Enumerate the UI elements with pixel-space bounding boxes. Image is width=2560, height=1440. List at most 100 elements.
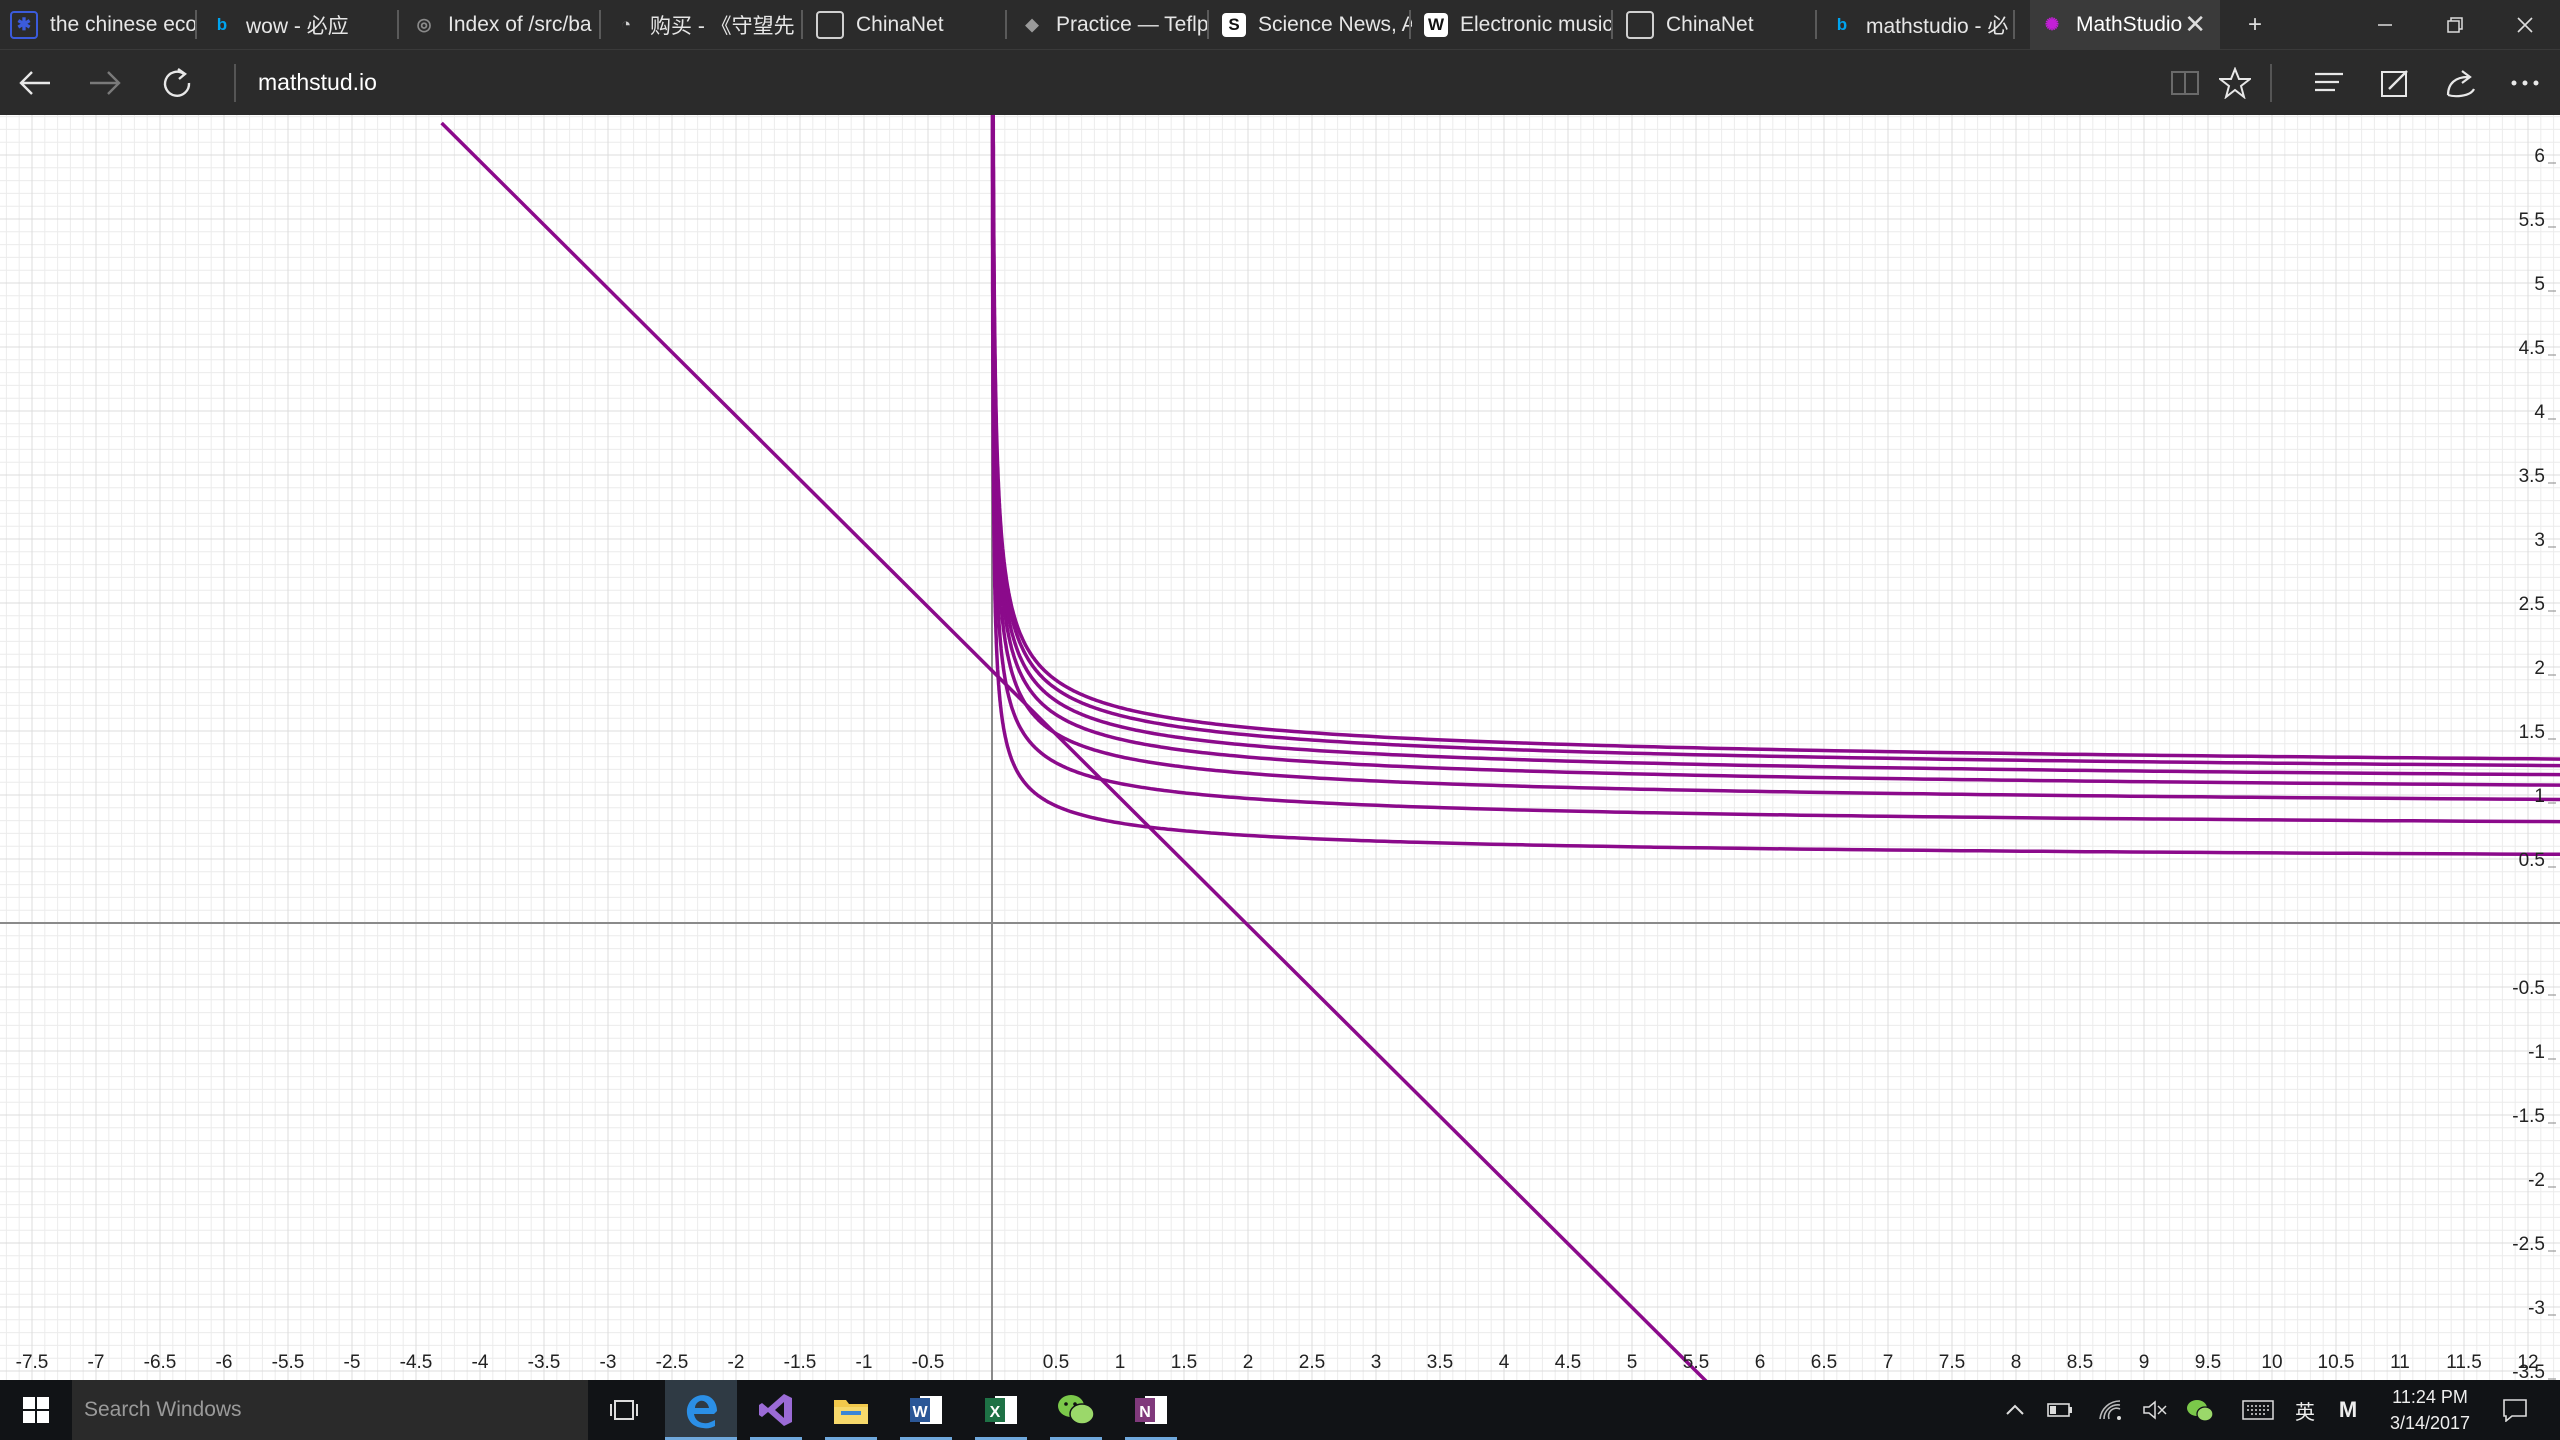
power-curve-1 [990,115,2560,824]
x-tick-label: 8.5 [2067,1352,2093,1373]
ime-language[interactable]: 英 [2285,1380,2325,1440]
taskbar-onenote[interactable]: N [1115,1380,1187,1440]
close-window-button[interactable] [2490,0,2560,49]
taskbar-word[interactable]: W [890,1380,962,1440]
x-tick-label: 1 [1115,1352,1126,1373]
forward-arrow-icon [90,71,121,95]
tab-0[interactable]: ✱ the chinese ecor [0,0,198,49]
x-tick-label: -5 [344,1352,361,1373]
action-center-button[interactable] [2485,1380,2545,1440]
more-button[interactable] [2490,50,2560,116]
volume-indicator[interactable] [2135,1380,2175,1440]
tab-label: Practice — Teflp [1056,12,1209,36]
x-tick-label: 4 [1499,1352,1510,1373]
tab-strip: ✱ the chinese ecor b wow - 必应 ◎ Index of /src… [0,0,2560,49]
y-tick-label: -1 [2528,1042,2545,1063]
notification-icon [2503,1399,2527,1422]
taskbar-wechat[interactable] [1040,1380,1112,1440]
graph-canvas[interactable]: -7.5 -7 -6.5 -6 -5.5 -5 -4.5 -4 -3.5 -3 -2.5 -2 -1.5… [0,115,2560,1380]
tab-5[interactable]: ◆ Practice — Teflp [1010,0,1210,49]
hub-button[interactable] [2294,50,2364,116]
touch-keyboard-button[interactable] [2235,1380,2281,1440]
tab-separator [397,10,399,39]
clock[interactable]: 11:24 PM 3/14/2017 [2360,1384,2500,1436]
back-button[interactable] [0,50,70,116]
tab-4[interactable]: ▭ ChinaNet [806,0,1008,49]
x-tick-label: 10 [2261,1352,2282,1373]
battery-indicator[interactable] [2040,1380,2080,1440]
tab-2[interactable]: ◎ Index of /src/ba [402,0,602,49]
tab-3[interactable]: ◔ 购买 - 《守望先 [604,0,804,49]
web-note-icon [2381,70,2408,97]
taskbar-file-explorer[interactable] [815,1380,887,1440]
minimize-button[interactable] [2350,0,2420,49]
power-curve-2 [991,115,2560,802]
favorite-button[interactable] [2200,50,2270,116]
tab-separator [195,10,197,39]
graph-svg[interactable]: -7.5 -7 -6.5 -6 -5.5 -5 -4.5 -4 -3.5 -3 -2.5 -2 -1.5… [0,115,2560,1380]
refresh-button[interactable] [142,50,212,116]
tab-10[interactable]: ✺ MathStudio ✕ [2030,0,2220,49]
y-tick-label: 2.5 [2519,594,2545,615]
new-tab-button[interactable]: + [2220,0,2290,49]
y-tick-label: 3 [2534,530,2545,551]
x-tick-label: 10.5 [2318,1352,2355,1373]
x-tick-label: -4.5 [400,1352,433,1373]
tab-label: Index of /src/ba [448,12,592,36]
x-tick-label: 3.5 [1427,1352,1453,1373]
tab-1[interactable]: b wow - 必应 [200,0,400,49]
sn-icon: S [1222,12,1246,37]
network-indicator[interactable] [2090,1380,2130,1440]
hub-icon [2315,72,2343,92]
tab-separator [1207,10,1209,39]
web-note-button[interactable] [2360,50,2430,116]
x-tick-label: -6 [216,1352,233,1373]
show-hidden-icons[interactable] [1995,1380,2035,1440]
clock-time: 11:24 PM [2392,1387,2468,1407]
mathstudio-icon: ✺ [2044,14,2060,34]
tab-separator [1005,10,1007,39]
x-tick-label: -5.5 [272,1352,305,1373]
share-button[interactable] [2426,50,2496,116]
y-tick-label: 5 [2534,274,2545,295]
bing-mathsites-icon: ✱ [10,10,38,39]
tab-8[interactable]: ▭ ChinaNet [1616,0,1818,49]
y-tick-label: -3 [2528,1298,2545,1319]
tab-6[interactable]: S Science News, A [1212,0,1412,49]
x-tick-label: -2.5 [656,1352,689,1373]
x-tick-label: -3 [600,1352,617,1373]
excel-icon: X [985,1396,1017,1424]
x-tick-label: -7 [88,1352,105,1373]
wikipedia-icon: W [1424,12,1448,37]
svg-text:W: W [912,1404,928,1421]
taskbar-edge[interactable] [665,1380,737,1440]
tab-9[interactable]: b mathstudio - 必 [1820,0,2028,49]
tab-label: the chinese ecor [50,12,198,36]
search-placeholder: Search Windows [84,1398,242,1421]
x-tick-label: -1 [856,1352,873,1373]
toolbar-divider [234,64,236,102]
x-tick-label: 6.5 [1811,1352,1837,1373]
tab-label: ChinaNet [1666,12,1754,36]
refresh-icon [163,68,191,97]
reading-view-icon [2171,71,2199,95]
y-tick-label: 1.5 [2519,722,2545,743]
x-tick-label: 3 [1371,1352,1382,1373]
keyboard-icon [2242,1400,2274,1420]
task-view-button[interactable] [588,1380,660,1440]
close-tab-icon[interactable]: ✕ [2184,9,2206,40]
wechat-tray[interactable] [2180,1380,2220,1440]
x-tick-label: 4.5 [1555,1352,1581,1373]
address-bar[interactable]: mathstud.io [258,69,377,96]
x-tick-label: -3.5 [528,1352,561,1373]
tab-label: MathStudio [2076,12,2183,36]
tab-7[interactable]: W Electronic music [1414,0,1614,49]
taskbar-visual-studio[interactable] [740,1380,812,1440]
taskbar-excel[interactable]: X [965,1380,1037,1440]
restore-button[interactable] [2420,0,2490,49]
x-tick-label: 5.5 [1683,1352,1709,1373]
search-box[interactable]: Search Windows [72,1380,588,1440]
forward-button[interactable] [70,50,140,116]
start-button[interactable] [0,1380,72,1440]
minimize-icon [2378,23,2392,26]
